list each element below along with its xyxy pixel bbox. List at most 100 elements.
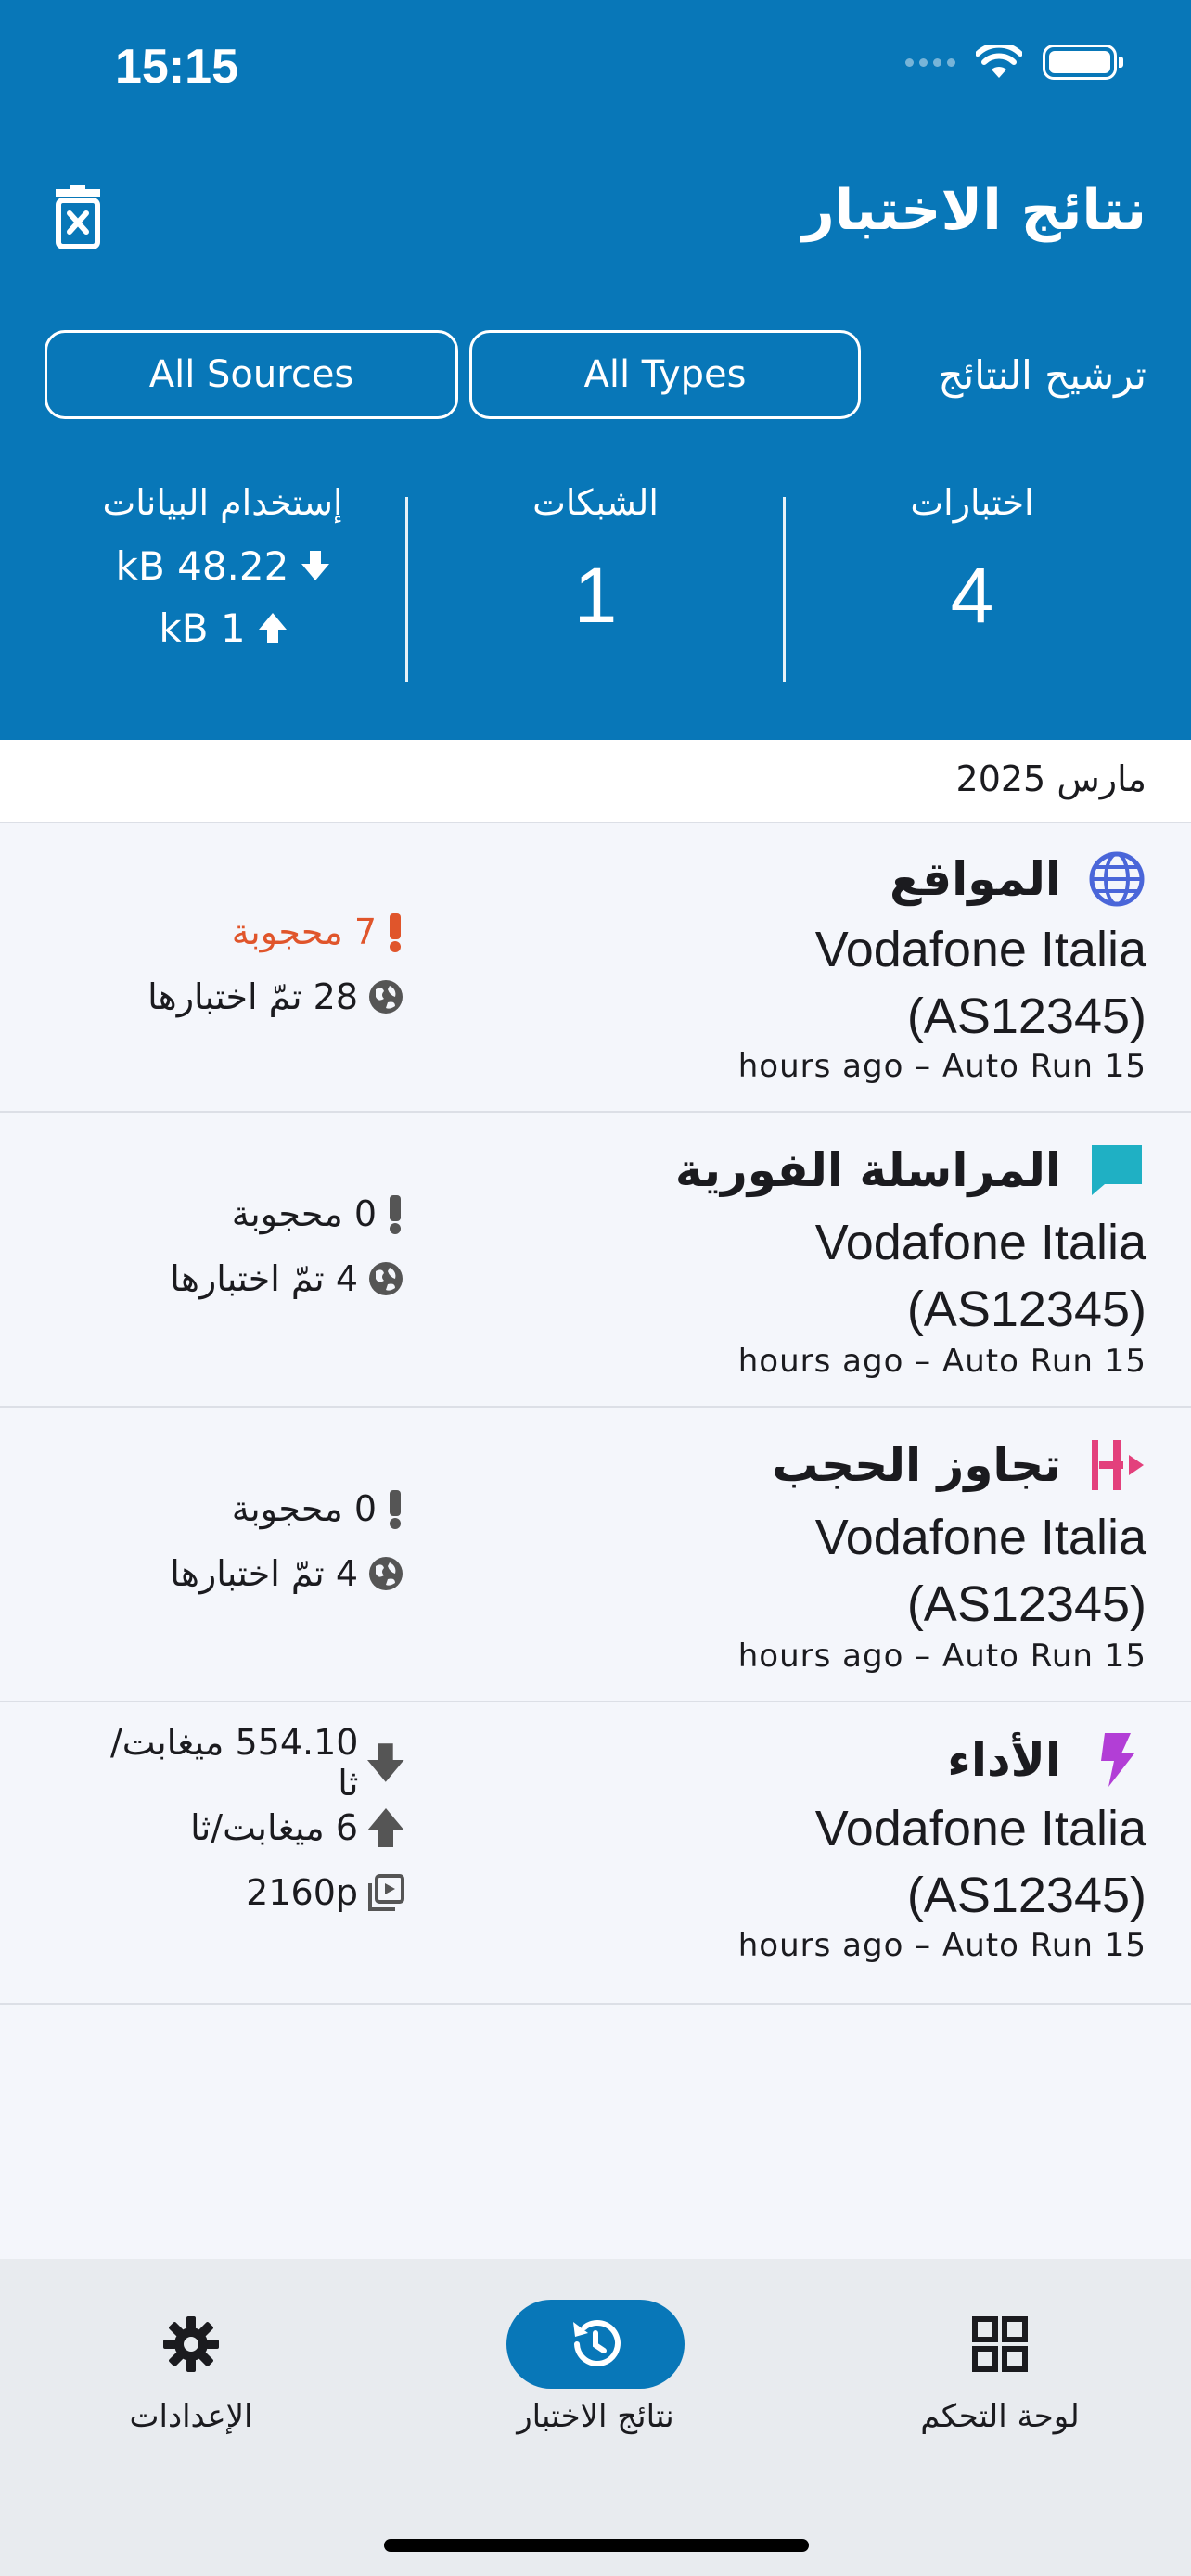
network-name: Vodafone Italia bbox=[814, 922, 1146, 977]
tested-count: 4 تمّ اختبارها bbox=[93, 1541, 404, 1606]
tested-text: 4 تمّ اختبارها bbox=[170, 1553, 358, 1594]
filter-sources-button[interactable]: All Sources bbox=[45, 330, 458, 419]
result-meta: hours ago – Auto Run 15 bbox=[737, 1343, 1146, 1380]
home-indicator bbox=[384, 2539, 809, 2552]
lightning-icon bbox=[1087, 1730, 1146, 1790]
usage-upload: kB 1 bbox=[74, 606, 371, 651]
tested-text: 28 تمّ اختبارها bbox=[147, 976, 358, 1017]
blocked-text: 0 محجوبة bbox=[231, 1488, 377, 1529]
result-network: Vodafone Italia (AS12345) bbox=[815, 1209, 1146, 1343]
tab-settings-label: الإعدادات bbox=[129, 2398, 253, 2435]
network-asn: (AS12345) bbox=[906, 1282, 1146, 1337]
stat-divider bbox=[405, 497, 408, 682]
page-title: نتائج الاختبار bbox=[802, 178, 1146, 243]
app-header: 15:15 نتائج الاختبار ترشيح النتائج All T… bbox=[0, 0, 1191, 740]
result-title-text: المراسلة الفورية bbox=[674, 1143, 1061, 1197]
stat-tests: اختبارات 4 bbox=[835, 482, 1109, 641]
blocked-text: 7 محجوبة bbox=[231, 912, 377, 952]
download-speed-text: 554.10 ميغابت/ثا bbox=[109, 1722, 359, 1804]
usage-download-value: kB 48.22 bbox=[115, 543, 289, 589]
tested-text: 4 تمّ اختبارها bbox=[170, 1258, 358, 1299]
blocked-text: 0 محجوبة bbox=[231, 1193, 377, 1234]
result-card-performance[interactable]: الأداء Vodafone Italia (AS12345) hours a… bbox=[0, 1702, 1191, 2005]
network-name: Vodafone Italia bbox=[814, 1801, 1146, 1856]
video-icon bbox=[368, 1874, 404, 1911]
stat-networks-value: 1 bbox=[573, 552, 618, 639]
battery-icon bbox=[1043, 45, 1123, 80]
upload-speed-text: 6 ميغابت/ثا bbox=[190, 1807, 358, 1848]
dashboard-icon bbox=[911, 2300, 1089, 2389]
status-time: 15:15 bbox=[115, 40, 238, 94]
video-quality-text: 2160p bbox=[246, 1872, 358, 1913]
warning-icon bbox=[390, 1195, 401, 1234]
month-section-header: مارس 2025 bbox=[0, 740, 1191, 823]
stat-networks-label: الشبكات bbox=[532, 482, 659, 523]
result-title: المراسلة الفورية bbox=[675, 1141, 1146, 1200]
globe-small-icon bbox=[369, 1262, 403, 1295]
history-icon bbox=[506, 2300, 685, 2389]
result-summary: 0 محجوبة 4 تمّ اختبارها bbox=[93, 1476, 404, 1606]
result-title-text: الأداء bbox=[947, 1733, 1061, 1787]
upload-arrow-icon bbox=[367, 1808, 404, 1847]
tab-dashboard[interactable]: لوحة التحكم bbox=[861, 2300, 1139, 2435]
circumvention-icon bbox=[1087, 1435, 1146, 1495]
tab-test-results-label: نتائج الاختبار bbox=[517, 2398, 674, 2435]
result-title: المواقع bbox=[890, 849, 1146, 909]
network-asn: (AS12345) bbox=[906, 1868, 1146, 1923]
result-network: Vodafone Italia (AS12345) bbox=[815, 1504, 1146, 1638]
result-card-websites[interactable]: المواقع Vodafone Italia (AS12345) hours … bbox=[0, 825, 1191, 1113]
stat-usage-label: إستخدام البيانات bbox=[102, 482, 343, 523]
filter-label: ترشيح النتائج bbox=[938, 352, 1146, 398]
network-asn: (AS12345) bbox=[906, 1576, 1146, 1632]
globe-icon bbox=[1087, 849, 1146, 909]
stat-data-usage: إستخدام البيانات kB 48.22 kB 1 bbox=[74, 482, 371, 651]
network-asn: (AS12345) bbox=[906, 988, 1146, 1044]
download-speed: 554.10 ميغابت/ثا bbox=[93, 1722, 404, 1804]
gear-icon bbox=[102, 2300, 280, 2389]
globe-small-icon bbox=[369, 980, 403, 1014]
result-card-messaging[interactable]: المراسلة الفورية Vodafone Italia (AS1234… bbox=[0, 1113, 1191, 1408]
blocked-count: 0 محجوبة bbox=[93, 1181, 404, 1246]
bottom-tab-bar: الإعدادات نتائج الاختبار لوحة التحكم bbox=[0, 2259, 1191, 2576]
filter-types-button[interactable]: All Types bbox=[469, 330, 861, 419]
result-summary: 554.10 ميغابت/ثا 6 ميغابت/ثا 2160p bbox=[93, 1722, 404, 1925]
result-title: تجاوز الحجب bbox=[772, 1435, 1146, 1495]
warning-icon bbox=[390, 913, 401, 952]
delete-results-button[interactable] bbox=[48, 185, 108, 250]
download-arrow-icon bbox=[301, 550, 330, 580]
result-title-text: المواقع bbox=[890, 852, 1061, 906]
stat-networks: الشبكات 1 bbox=[455, 482, 736, 641]
usage-upload-value: kB 1 bbox=[159, 606, 246, 651]
result-network: Vodafone Italia (AS12345) bbox=[815, 1795, 1146, 1929]
stat-tests-label: اختبارات bbox=[910, 482, 1034, 523]
wifi-icon bbox=[976, 45, 1022, 78]
result-summary: 7 محجوبة 28 تمّ اختبارها bbox=[93, 899, 404, 1029]
tab-dashboard-label: لوحة التحكم bbox=[920, 2398, 1080, 2435]
result-meta: hours ago – Auto Run 15 bbox=[737, 1927, 1146, 1964]
network-name: Vodafone Italia bbox=[814, 1510, 1146, 1565]
result-title-text: تجاوز الحجب bbox=[772, 1438, 1061, 1492]
result-card-circumvention[interactable]: تجاوز الحجب Vodafone Italia (AS12345) ho… bbox=[0, 1408, 1191, 1702]
usage-download: kB 48.22 bbox=[74, 543, 371, 589]
tab-test-results[interactable]: نتائج الاختبار bbox=[456, 2300, 735, 2435]
tested-count: 28 تمّ اختبارها bbox=[93, 964, 404, 1029]
download-arrow-icon bbox=[367, 1743, 404, 1782]
stat-tests-value: 4 bbox=[950, 552, 994, 639]
upload-speed: 6 ميغابت/ثا bbox=[93, 1795, 404, 1860]
result-title: الأداء bbox=[947, 1730, 1146, 1790]
video-quality: 2160p bbox=[93, 1860, 404, 1925]
globe-small-icon bbox=[369, 1557, 403, 1590]
chat-icon bbox=[1087, 1141, 1146, 1200]
blocked-count: 0 محجوبة bbox=[93, 1476, 404, 1541]
result-meta: hours ago – Auto Run 15 bbox=[737, 1638, 1146, 1675]
stats-summary: اختبارات 4 الشبكات 1 إستخدام البيانات kB… bbox=[0, 482, 1191, 686]
status-icons bbox=[905, 45, 1123, 80]
tab-settings[interactable]: الإعدادات bbox=[52, 2300, 330, 2435]
result-meta: hours ago – Auto Run 15 bbox=[737, 1048, 1146, 1085]
tested-count: 4 تمّ اختبارها bbox=[93, 1246, 404, 1311]
result-network: Vodafone Italia (AS12345) bbox=[815, 916, 1146, 1050]
stat-divider bbox=[783, 497, 786, 682]
network-name: Vodafone Italia bbox=[814, 1215, 1146, 1270]
warning-icon bbox=[390, 1490, 401, 1529]
month-label: مارس 2025 bbox=[955, 759, 1146, 799]
